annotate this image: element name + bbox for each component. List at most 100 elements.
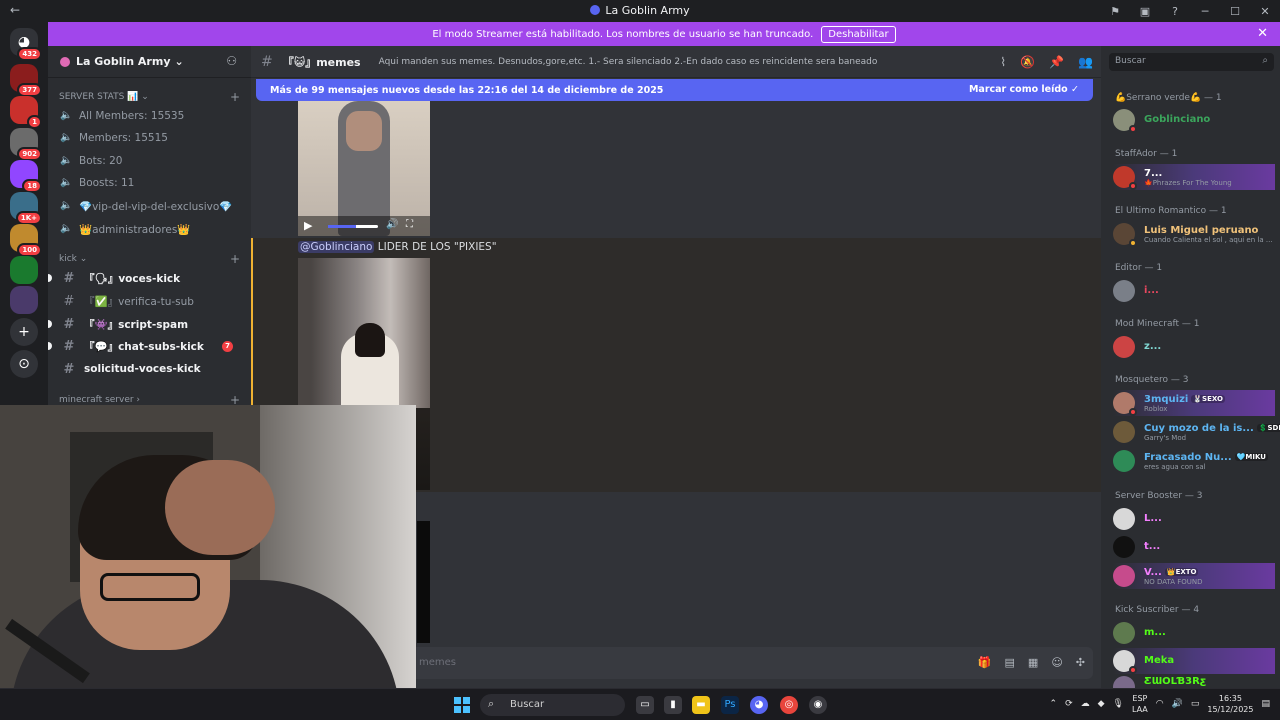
user-mention[interactable]: @Goblinciano xyxy=(298,241,375,253)
search-input[interactable]: Buscar ⌕ xyxy=(1109,53,1274,71)
avatar xyxy=(1113,650,1137,674)
play-icon[interactable]: ▶ xyxy=(304,219,312,232)
server-icon[interactable] xyxy=(10,286,38,314)
inbox-icon[interactable]: ⚑ xyxy=(1100,5,1130,18)
cloud-icon[interactable]: ☁ xyxy=(1081,699,1090,709)
new-messages-bar[interactable]: Más de 99 mensajes nuevos desde las 22:1… xyxy=(256,79,1093,101)
channel-verifica-tu-sub[interactable]: # 『✅』verifica-tu-sub xyxy=(60,291,245,311)
channel-chat-subs-kick[interactable]: # 『💬』chat-subs-kick 7 xyxy=(48,336,245,356)
member-item[interactable]: V... 👑EXTO NO DATA FOUND xyxy=(1113,563,1275,589)
speaker-icon: 🔈 xyxy=(60,155,73,166)
plus-icon[interactable]: + xyxy=(230,90,240,104)
voice-channel[interactable]: 🔈 👑administradores👑 xyxy=(60,219,245,239)
close-icon[interactable]: ✕ xyxy=(1257,26,1268,41)
role-header: Kick Suscriber — 4 xyxy=(1115,605,1200,615)
unread-badge: 432 xyxy=(17,47,42,61)
server-icon[interactable]: 1 xyxy=(10,96,42,129)
obs-icon[interactable]: ◉ xyxy=(809,696,827,714)
server-icon[interactable]: 18 xyxy=(10,160,42,193)
add-server-button[interactable]: + xyxy=(10,318,38,346)
server-header[interactable]: La Goblin Army ⌄ ⚇ xyxy=(48,46,251,78)
clock[interactable]: 16:35 15/12/2025 xyxy=(1207,693,1253,715)
task-view-icon[interactable]: ▭ xyxy=(636,696,654,714)
member-item[interactable]: Cuy mozo de la is...💲SDLGGarry's Mod xyxy=(1113,419,1280,445)
member-item[interactable]: i... xyxy=(1113,278,1275,304)
discover-button[interactable]: ⊙ xyxy=(10,350,38,378)
server-icon[interactable] xyxy=(10,256,38,284)
channel-solicitud-voces-kick[interactable]: # solicitud-voces-kick xyxy=(60,359,245,379)
discord-icon[interactable]: ◕ xyxy=(750,696,768,714)
server-icon[interactable]: 1K+ xyxy=(10,192,42,225)
emoji-icon[interactable]: ☺ xyxy=(1051,656,1062,669)
microphone-icon[interactable]: 🎙 xyxy=(1113,699,1124,709)
minimize-button[interactable]: ─ xyxy=(1190,5,1220,18)
member-item[interactable]: Goblinciano xyxy=(1113,107,1275,133)
fullscreen-icon[interactable]: ⛶ xyxy=(406,219,413,230)
channel-topic[interactable]: Aqui manden sus memes. Desnudos,gore,etc… xyxy=(379,57,878,67)
maximize-button[interactable]: ☐ xyxy=(1220,5,1250,18)
category-server-stats[interactable]: SERVER STATS 📊 ⌄ + xyxy=(59,90,240,104)
member-item[interactable]: t... xyxy=(1113,534,1275,560)
channel-header: # 『😺』memes Aqui manden sus memes. Desnud… xyxy=(251,46,1101,78)
disable-streamer-button[interactable]: Deshabilitar xyxy=(821,25,896,43)
volume-icon[interactable]: 🔊 xyxy=(386,219,398,230)
voice-channel[interactable]: 🔈 All Members: 15535 xyxy=(60,106,245,126)
video-attachment[interactable] xyxy=(417,521,430,643)
member-item[interactable]: Fracasado Nu... 🩵MIKU eres agua con sal xyxy=(1113,448,1275,474)
member-item[interactable]: 7... 🍁Phrazes For The Young xyxy=(1113,164,1275,190)
gif-icon[interactable]: ▤ xyxy=(1005,656,1015,669)
windows-start-icon[interactable] xyxy=(454,697,470,713)
category-kick[interactable]: kick ⌄ + xyxy=(59,252,240,266)
language-indicator[interactable]: ESP LAA xyxy=(1132,693,1148,715)
voice-channel[interactable]: 🔈 Members: 15515 xyxy=(60,128,245,148)
video-controls: ▶ 🔊 ⛶ xyxy=(298,216,430,236)
battery-icon[interactable]: ▭ xyxy=(1191,699,1200,709)
video-progress-bar[interactable] xyxy=(328,225,378,228)
member-item[interactable]: L... xyxy=(1113,506,1275,532)
role-header: Editor — 1 xyxy=(1115,263,1163,273)
gift-icon[interactable]: 🎁 xyxy=(978,656,992,669)
help-icon[interactable]: ? xyxy=(1160,5,1190,18)
member-item[interactable]: ƸƜOLƁ3Rƹ xyxy=(1113,674,1275,688)
member-name: Goblinciano xyxy=(1144,114,1211,125)
voice-channel[interactable]: 🔈 Boosts: 11 xyxy=(60,173,245,193)
channel-script-spam[interactable]: # 『👾』script-spam xyxy=(48,314,245,334)
category-minecraft[interactable]: minecraft server › + xyxy=(59,393,240,407)
server-icon[interactable]: 100 xyxy=(10,224,42,257)
app-icon[interactable]: ▮ xyxy=(664,696,682,714)
member-item[interactable]: Meka xyxy=(1113,648,1275,674)
photoshop-icon[interactable]: Ps xyxy=(721,696,739,714)
direct-messages-button[interactable]: ◕ 432 xyxy=(10,28,42,61)
mark-as-read-button[interactable]: Marcar como leído ✓ xyxy=(969,84,1079,95)
voice-channel[interactable]: 🔈 Bots: 20 xyxy=(60,151,245,171)
channel-voces-kick[interactable]: # 『🗣』voces-kick xyxy=(48,268,245,288)
tray-app-icon[interactable]: ◆ xyxy=(1098,699,1105,709)
video-attachment[interactable]: ▶ 🔊 ⛶ xyxy=(298,101,430,236)
mute-bell-icon[interactable]: 🔕 xyxy=(1020,55,1035,69)
sticker-icon[interactable]: ▦ xyxy=(1028,656,1038,669)
invite-people-icon[interactable]: ⚇ xyxy=(226,54,237,68)
server-icon[interactable]: 377 xyxy=(10,64,42,97)
pin-icon[interactable]: 📌 xyxy=(1049,55,1064,69)
taskbar-search[interactable]: ⌕ Buscar xyxy=(480,694,625,716)
role-header: 💪Serrano verde💪 — 1 xyxy=(1115,93,1222,103)
close-window-button[interactable]: ✕ xyxy=(1250,5,1280,18)
member-list-icon[interactable]: 👥 xyxy=(1078,55,1093,69)
server-icon[interactable]: 902 xyxy=(10,128,42,161)
member-item[interactable]: z... xyxy=(1113,334,1275,360)
member-item[interactable]: 3mquizi 🐰SEXO Roblox xyxy=(1113,390,1275,416)
member-item[interactable]: Luis Miguel peruano Cuando Calienta el so… xyxy=(1113,221,1275,247)
apps-icon[interactable]: ✣ xyxy=(1076,656,1085,669)
chrome-icon[interactable]: ◎ xyxy=(780,696,798,714)
notification-icon[interactable]: ▤ xyxy=(1261,699,1270,709)
threads-icon[interactable]: ⌇ xyxy=(1000,55,1006,69)
volume-icon[interactable]: 🔊 xyxy=(1172,699,1183,709)
member-item[interactable]: m... xyxy=(1113,620,1275,646)
file-explorer-icon[interactable]: ▬ xyxy=(692,696,710,714)
voice-channel[interactable]: 🔈 💎vip-del-vip-del-exclusivo💎 xyxy=(60,196,245,216)
plus-icon[interactable]: + xyxy=(230,252,240,266)
wifi-icon[interactable]: ◠ xyxy=(1156,699,1164,709)
tray-app-icon[interactable]: ⟳ xyxy=(1065,699,1073,709)
screen-icon[interactable]: ▣ xyxy=(1130,5,1160,18)
chevron-up-icon[interactable]: ⌃ xyxy=(1050,699,1058,709)
